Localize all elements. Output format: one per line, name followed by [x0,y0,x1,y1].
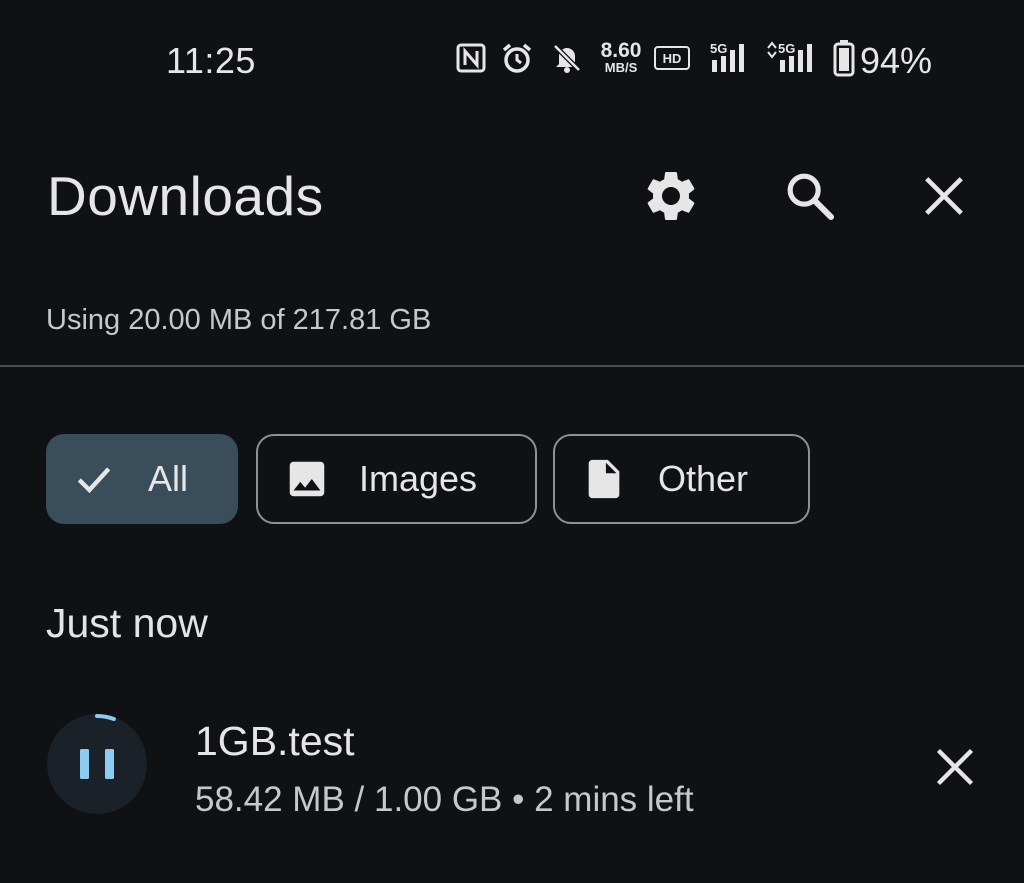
page-title: Downloads [47,165,324,227]
network-speed-value: 8.60 [600,39,642,62]
progress-ring-background [47,714,147,814]
cancel-download-button[interactable] [920,732,990,802]
hd-voice-icon: HD [654,46,690,70]
filter-chip-all[interactable]: All [46,434,238,524]
signal-icon: 5G [708,38,758,78]
network-speed: 8.60 MB/S [596,40,646,74]
filter-chip-other[interactable]: Other [553,434,810,524]
app-header: Downloads [0,140,1024,250]
download-file-name: 1GB.test [195,718,355,764]
filter-chip-label: Images [359,458,478,499]
search-icon [787,173,835,221]
pause-button[interactable] [45,712,149,816]
battery-percent: 94% [860,40,933,81]
network-speed-unit: MB/S [604,60,638,75]
alarm-icon [500,38,534,78]
download-progress-text: 58.42 MB / 1.00 GB • 2 mins left [195,780,694,819]
filter-chip-label: Other [658,458,749,499]
network-label-1: 5G [710,41,727,56]
storage-usage: Using 20.00 MB of 217.81 GB [46,304,432,336]
status-time: 11:25 [166,40,256,81]
status-bar: 11:25 8.60 MB/S HD 5G 5G 94% [0,0,1024,120]
network-label-2: 5G [778,41,795,56]
image-icon [283,455,331,503]
close-icon [925,177,963,215]
hd-label: HD [662,50,682,66]
settings-button[interactable] [635,160,707,232]
filter-chip-label: All [148,458,189,499]
filter-chip-images[interactable]: Images [256,434,537,524]
close-button[interactable] [908,160,980,232]
settings-icon [647,172,695,220]
signal-icon: 5G [764,38,822,78]
download-item[interactable]: 1GB.test 58.42 MB / 1.00 GB • 2 mins lef… [0,700,1024,840]
battery-icon [832,38,856,78]
filter-chips: All Images Other [0,434,1024,524]
divider [0,365,1024,367]
notifications-off-icon [550,38,584,78]
check-icon [70,455,118,503]
file-icon [580,455,628,503]
close-icon [936,748,974,786]
section-header: Just now [46,600,208,646]
nfc-icon [455,38,487,78]
search-button[interactable] [774,160,846,232]
